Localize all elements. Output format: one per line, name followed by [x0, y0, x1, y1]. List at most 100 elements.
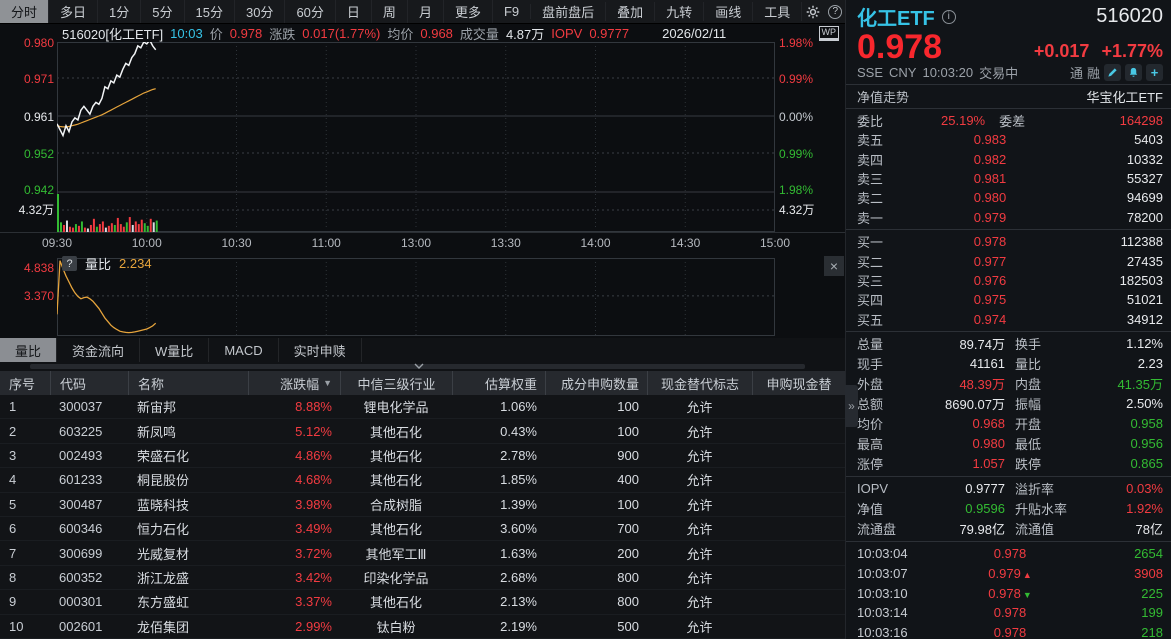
table-row[interactable]: 4601233桐昆股份4.68%其他石化1.85%400允许 — [0, 468, 845, 492]
ask-row[interactable]: 卖四0.98210332 — [846, 149, 1171, 168]
toolbar-tab-6[interactable]: 60分 — [285, 0, 335, 23]
stat-row: IOPV0.9777溢折率0.03% — [846, 479, 1171, 499]
column-header-4[interactable]: 中信三级行业 — [340, 371, 452, 395]
column-header-1[interactable]: 代码 — [50, 371, 128, 395]
tick-row[interactable]: 10:03:040.9782654 — [846, 544, 1171, 564]
name-cell: 浙江龙盛 — [128, 568, 248, 587]
chart-info-bar: 516020[化工ETF] 10:03 价 0.978 涨跌 0.017(1.7… — [0, 24, 845, 42]
stat-label: 开盘 — [1015, 414, 1041, 433]
intraday-chart[interactable] — [57, 42, 775, 232]
ask-row[interactable]: 卖二0.98094699 — [846, 188, 1171, 207]
flag-cell: 允许 — [647, 617, 752, 636]
table-row[interactable]: 3002493荣盛石化4.86%其他石化2.78%900允许 — [0, 444, 845, 468]
tick-time: 10:03:10 — [857, 586, 943, 601]
chevron-down-icon[interactable] — [412, 362, 426, 371]
tick-row[interactable]: 10:03:100.978▼225 — [846, 583, 1171, 603]
tab-3[interactable]: MACD — [209, 338, 278, 362]
column-header-2[interactable]: 名称 — [128, 371, 248, 395]
tick-row[interactable]: 10:03:140.978199 — [846, 603, 1171, 623]
column-header-5[interactable]: 估算权重 — [452, 371, 545, 395]
seq-cell: 8 — [0, 570, 50, 585]
stat-label: 均价 — [857, 414, 883, 433]
column-header-3[interactable]: 涨跌幅▼ — [248, 371, 340, 395]
qty-cell: 100 — [545, 424, 647, 439]
seq-cell: 7 — [0, 546, 50, 561]
toolbar-tab-1[interactable]: 多日 — [49, 0, 98, 23]
weibi-value: 25.19% — [941, 113, 985, 128]
gear-icon[interactable] — [802, 1, 824, 23]
industry-cell: 钛白粉 — [340, 617, 452, 636]
tick-price: 0.979▲ — [943, 566, 1077, 581]
info-icon[interactable]: i — [942, 10, 956, 24]
toolbar-tab-3[interactable]: 5分 — [141, 0, 184, 23]
toolbar-tab-9[interactable]: 月 — [408, 0, 444, 23]
table-row[interactable]: 2603225新凤鸣5.12%其他石化0.43%100允许 — [0, 419, 845, 443]
time-tick-label: 10:00 — [132, 236, 162, 250]
toolbar-tab-2[interactable]: 1分 — [98, 0, 141, 23]
bid-row[interactable]: 买四0.97551021 — [846, 290, 1171, 309]
industry-cell: 锂电化学品 — [340, 397, 452, 416]
column-header-8[interactable]: 申购现金替 — [752, 371, 845, 395]
toolbar-action-1[interactable]: 盘前盘后 — [531, 2, 606, 21]
table-row[interactable]: 8600352浙江龙盛3.42%印染化学品2.68%800允许 — [0, 566, 845, 590]
table-row[interactable]: 10002601龙佰集团2.99%钛白粉2.19%500允许 — [0, 615, 845, 639]
close-icon[interactable]: × — [824, 256, 844, 276]
toolbar-tab-5[interactable]: 30分 — [235, 0, 285, 23]
stat-value: 0.9777 — [965, 481, 1005, 496]
level-label: 买二 — [857, 252, 913, 271]
help-icon[interactable]: ? — [824, 1, 846, 23]
column-header-7[interactable]: 现金替代标志 — [647, 371, 752, 395]
column-header-6[interactable]: 成分申购数量 — [545, 371, 647, 395]
toolbar-action-4[interactable]: 画线 — [704, 2, 753, 21]
ask-row[interactable]: 卖一0.97978200 — [846, 208, 1171, 227]
panel-collapse-handle[interactable]: » — [845, 385, 858, 427]
level-label: 买一 — [857, 232, 913, 251]
stat-value: 0.9596 — [965, 501, 1005, 516]
toolbar-tab-4[interactable]: 15分 — [185, 0, 235, 23]
toolbar-action-2[interactable]: 叠加 — [606, 2, 655, 21]
toolbar-tab-0[interactable]: 分时 — [0, 0, 49, 23]
stat-value: 1.12% — [1126, 336, 1163, 351]
bid-row[interactable]: 买三0.976182503 — [846, 271, 1171, 290]
help-icon[interactable]: ? — [62, 256, 77, 271]
flag-cell: 允许 — [647, 592, 752, 611]
toolbar-tab-7[interactable]: 日 — [336, 0, 372, 23]
name-cell: 新宙邦 — [128, 397, 248, 416]
chg-cell: 8.88% — [248, 399, 340, 414]
tab-4[interactable]: 实时申赎 — [279, 338, 362, 362]
bid-row[interactable]: 买五0.97434912 — [846, 310, 1171, 329]
edit-icon[interactable] — [1104, 64, 1121, 81]
alert-bell-icon[interactable] — [1125, 64, 1142, 81]
table-row[interactable]: 1300037新宙邦8.88%锂电化学品1.06%100允许 — [0, 395, 845, 419]
table-row[interactable]: 7300699光威复材3.72%其他军工Ⅲ1.63%200允许 — [0, 541, 845, 565]
toolbar-tab-8[interactable]: 周 — [372, 0, 408, 23]
level-label: 卖五 — [857, 130, 913, 149]
tab-1[interactable]: 资金流向 — [57, 338, 140, 362]
column-header-0[interactable]: 序号 — [0, 371, 50, 395]
toolbar-tab-10[interactable]: 更多 — [444, 0, 493, 23]
tick-row[interactable]: 10:03:160.978218 — [846, 623, 1171, 639]
bid-row[interactable]: 买一0.978112388 — [846, 232, 1171, 251]
code-cell: 002493 — [50, 448, 128, 463]
nav-row[interactable]: 净值走势 华宝化工ETF — [846, 87, 1171, 106]
horizontal-scrollbar[interactable] — [0, 362, 845, 371]
level-volume: 5403 — [1067, 132, 1163, 147]
subchart-label[interactable]: 量比 — [85, 254, 111, 273]
toolbar-action-0[interactable]: F9 — [493, 4, 531, 19]
tab-0[interactable]: 量比 — [0, 338, 57, 362]
table-row[interactable]: 6600346恒力石化3.49%其他石化3.60%700允许 — [0, 517, 845, 541]
table-row[interactable]: 5300487蓝晓科技3.98%合成树脂1.39%100允许 — [0, 493, 845, 517]
tick-row[interactable]: 10:03:070.979▲3908 — [846, 564, 1171, 584]
volume-ratio-chart[interactable] — [57, 258, 775, 336]
toolbar-action-5[interactable]: 工具 — [753, 2, 802, 21]
arrow-up-icon: ▲ — [1023, 570, 1032, 580]
table-header: 序号代码名称涨跌幅▼中信三级行业估算权重成分申购数量现金替代标志申购现金替 — [0, 371, 845, 395]
add-icon[interactable]: + — [1146, 64, 1163, 81]
toolbar-action-3[interactable]: 九转 — [655, 2, 704, 21]
table-row[interactable]: 9000301东方盛虹3.37%其他石化2.13%800允许 — [0, 590, 845, 614]
tab-2[interactable]: W量比 — [140, 338, 209, 362]
bid-row[interactable]: 买二0.97727435 — [846, 251, 1171, 270]
name-cell: 荣盛石化 — [128, 446, 248, 465]
ask-row[interactable]: 卖五0.9835403 — [846, 130, 1171, 149]
ask-row[interactable]: 卖三0.98155327 — [846, 169, 1171, 188]
